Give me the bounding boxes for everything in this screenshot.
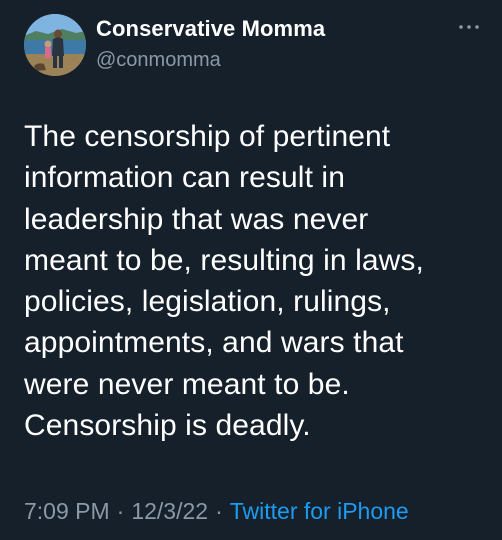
author-display-name[interactable]: Conservative Momma xyxy=(96,16,325,42)
author-handle[interactable]: @conmomma xyxy=(96,49,221,72)
tweet-card: Conservative Momma @conmomma The censors… xyxy=(0,0,502,540)
more-options-button[interactable] xyxy=(456,16,482,38)
avatar[interactable] xyxy=(24,14,86,76)
profile-photo-avatar-icon xyxy=(24,14,86,76)
tweet-time[interactable]: 7:09 PM xyxy=(24,498,110,524)
tweet-source-link[interactable]: Twitter for iPhone xyxy=(230,498,409,524)
tweet-metadata: 7:09 PM · 12/3/22 · Twitter for iPhone xyxy=(24,498,409,525)
more-options-icon xyxy=(459,25,479,29)
tweet-date[interactable]: 12/3/22 xyxy=(131,498,208,524)
tweet-text: The censorship of pertinent information … xyxy=(24,120,424,443)
separator-dot: · xyxy=(215,498,223,524)
separator-dot: · xyxy=(116,498,125,524)
